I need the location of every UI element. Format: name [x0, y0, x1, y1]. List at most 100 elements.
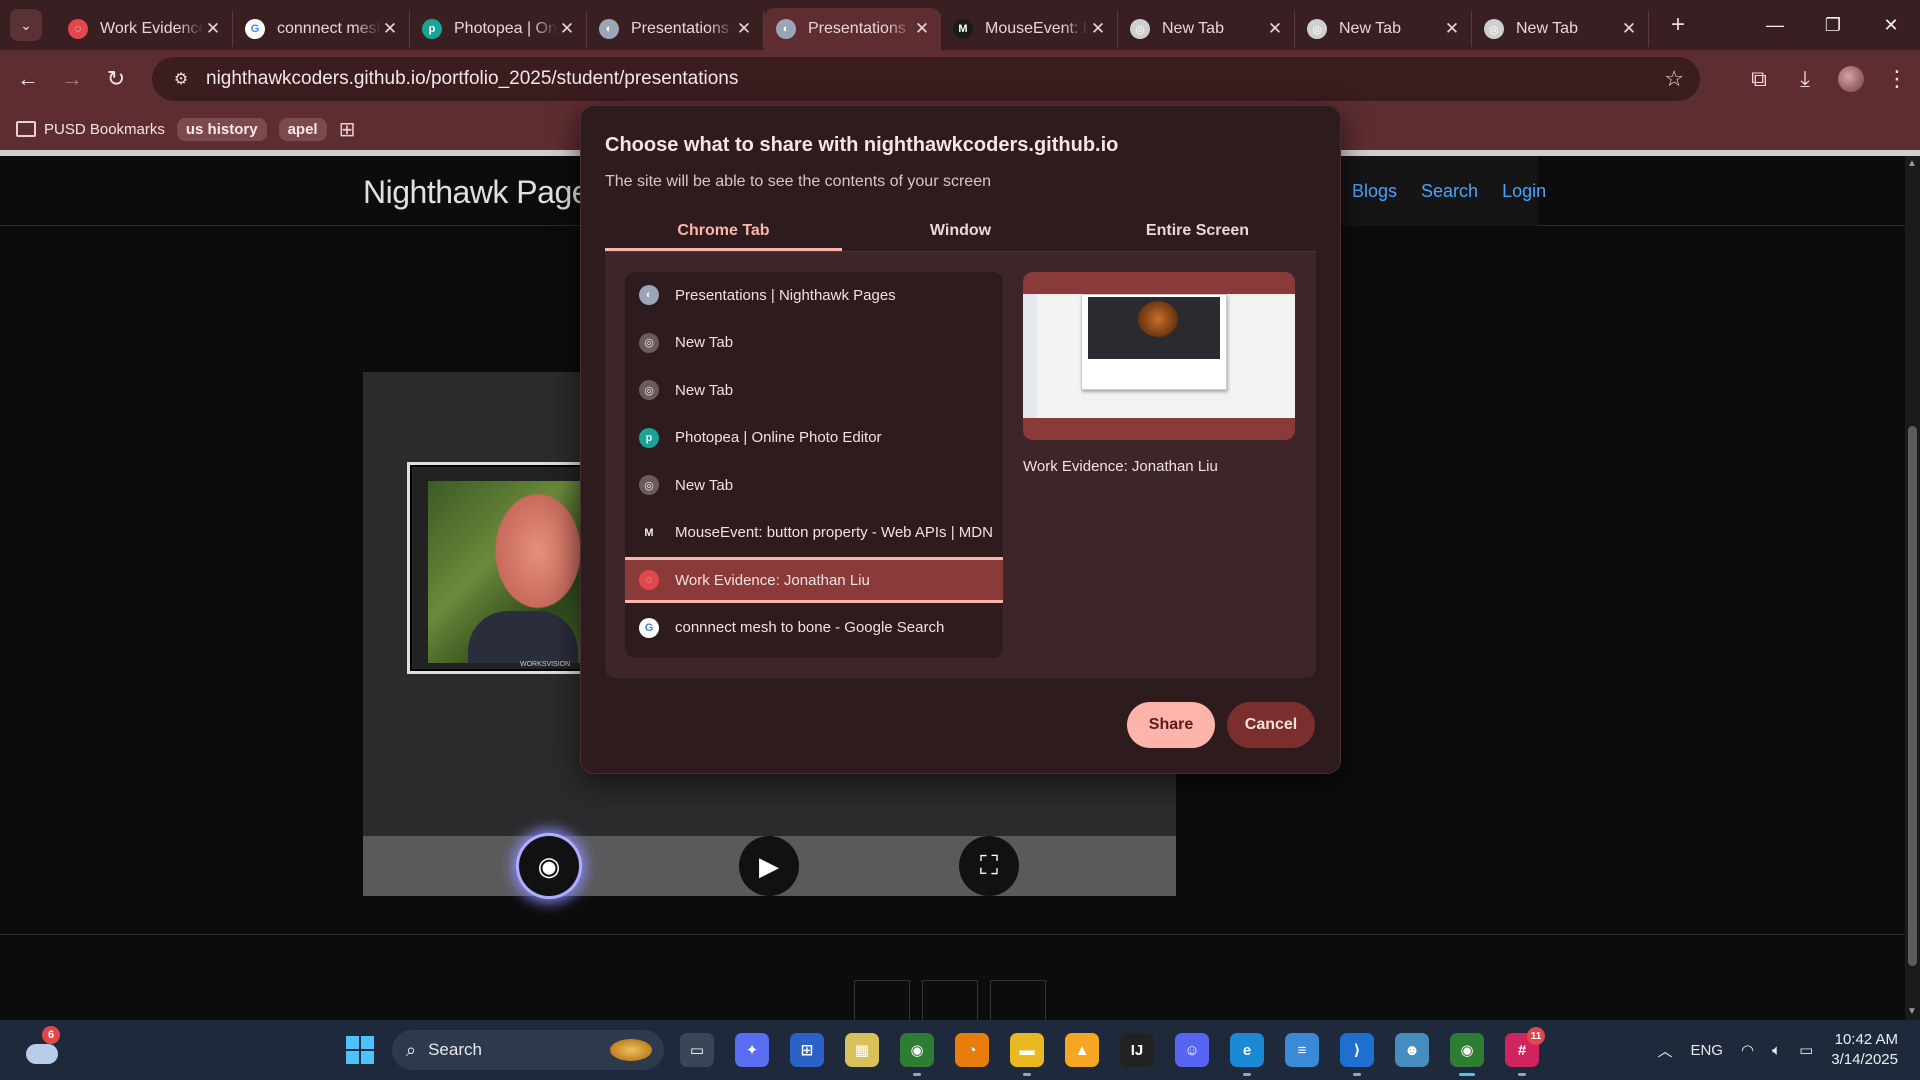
weather-widget[interactable]: 6 — [26, 1026, 60, 1066]
tab-title: MouseEvent: button property — [985, 20, 1089, 37]
browser-tab[interactable]: M MouseEvent: button property✕ — [941, 11, 1118, 47]
edge-icon[interactable]: e — [1230, 1033, 1264, 1076]
apps-grid-button[interactable]: ⊞ — [339, 117, 356, 142]
minimize-icon[interactable]: — — [1746, 0, 1804, 50]
store-icon[interactable]: ⊞ — [790, 1033, 824, 1067]
fullscreen-icon: ⛶ — [979, 850, 999, 880]
bookmark-folder-pusd[interactable]: PUSD Bookmarks — [16, 121, 165, 138]
share-panel: ◐ Presentations | Nighthawk Pages ◎ New Tab… — [605, 252, 1316, 678]
new-tab-button[interactable]: + — [1663, 11, 1693, 39]
shareable-tab-item[interactable]: M MouseEvent: button property - Web APIs … — [625, 510, 1003, 556]
scroll-thumb[interactable] — [1908, 426, 1917, 966]
share-button[interactable]: Share — [1127, 702, 1215, 748]
tab-title: connnect mesh to bone - Google Search — [277, 20, 381, 37]
tab-entire-screen[interactable]: Entire Screen — [1079, 212, 1316, 251]
close-tab-icon[interactable]: ✕ — [1620, 19, 1638, 39]
scroll-down-icon[interactable]: ▼ — [1907, 1006, 1917, 1017]
preview-caption: Work Evidence: Jonathan Liu — [1023, 458, 1218, 475]
shareable-tab-item[interactable]: ◌ Work Evidence: Jonathan Liu — [625, 557, 1003, 603]
search-icon: ⌕ — [406, 1039, 417, 1060]
browser-tab[interactable]: ◌ Work Evidence: Jonathan Liu✕ — [56, 11, 233, 47]
dialog-title: Choose what to share with nighthawkcoder… — [605, 134, 1119, 156]
broadcast-button[interactable]: ◉ — [519, 836, 579, 896]
shareable-tab-item[interactable]: p Photopea | Online Photo Editor — [625, 415, 1003, 461]
running-indicator — [1243, 1073, 1251, 1076]
shareable-tab-label: Work Evidence: Jonathan Liu — [675, 571, 870, 589]
bookmark-us-history[interactable]: us history — [176, 117, 267, 141]
calendar-app-icon[interactable]: ▦ — [845, 1033, 879, 1067]
vscode-icon[interactable]: ⟩ — [1340, 1033, 1374, 1076]
download-icon[interactable]: ⤓ — [1782, 66, 1828, 92]
volume-icon[interactable]: 🔈︎ — [1772, 1042, 1781, 1059]
page-scrollbar[interactable]: ▲ ▼ — [1905, 156, 1920, 1020]
close-window-icon[interactable]: ✕ — [1862, 0, 1920, 50]
close-tab-icon[interactable]: ✕ — [204, 19, 222, 39]
start-button[interactable] — [346, 1036, 374, 1064]
bookmark-apel[interactable]: apel — [278, 117, 327, 141]
site-info-icon[interactable]: ⚙ — [166, 64, 196, 94]
shareable-tab-item[interactable]: ◎ New Tab — [625, 320, 1003, 366]
extensions-icon[interactable]: ⧉ — [1736, 66, 1782, 92]
profile-avatar[interactable] — [1838, 66, 1864, 92]
chrome-profile-icon[interactable]: ◉ — [1450, 1033, 1484, 1076]
slack-icon[interactable]: #11 — [1505, 1027, 1545, 1076]
close-tab-icon[interactable]: ✕ — [1443, 19, 1461, 39]
blender-icon[interactable]: ◔ — [955, 1033, 989, 1067]
intellij-icon[interactable]: IJ — [1120, 1033, 1154, 1067]
cancel-button[interactable]: Cancel — [1227, 702, 1315, 748]
discord-icon[interactable]: ☺ — [1175, 1033, 1209, 1067]
shareable-tab-item[interactable]: ◎ New Tab — [625, 367, 1003, 413]
firebase-icon[interactable]: ▲ — [1065, 1033, 1099, 1067]
close-tab-icon[interactable]: ✕ — [913, 19, 931, 39]
tab-chrome-tab[interactable]: Chrome Tab — [605, 212, 842, 251]
browser-tab[interactable]: ◎ New Tab ✕ — [1118, 11, 1295, 47]
task-view-icon[interactable]: ▭ — [680, 1033, 714, 1067]
shareable-tab-item[interactable]: ◎ New Tab — [625, 462, 1003, 508]
tab-search-button[interactable]: ⌄ — [10, 9, 42, 41]
shareable-tab-label: Photopea | Online Photo Editor — [675, 429, 882, 446]
language-indicator[interactable]: ENG — [1690, 1042, 1723, 1059]
taskbar-search[interactable]: ⌕ Search — [392, 1030, 664, 1070]
bookmark-star-icon[interactable]: ☆ — [1664, 66, 1684, 92]
close-tab-icon[interactable]: ✕ — [1266, 19, 1284, 39]
nav-blogs[interactable]: Blogs — [1352, 181, 1397, 202]
tab-preview — [1023, 272, 1295, 440]
close-tab-icon[interactable]: ✕ — [735, 19, 753, 39]
close-tab-icon[interactable]: ✕ — [1089, 19, 1107, 39]
slide-caption: WORKSVISION — [520, 661, 571, 668]
nav-login[interactable]: Login — [1502, 181, 1546, 202]
battery-icon[interactable]: ▭ — [1799, 1041, 1813, 1059]
chevron-up-icon[interactable]: ︿ — [1657, 1040, 1672, 1061]
shareable-tab-item[interactable]: Gconnnect mesh to bone - Google Search — [625, 605, 1003, 651]
browser-tab[interactable]: ◐ Presentations | Nighthawk Pages✕ — [764, 8, 941, 50]
close-tab-icon[interactable]: ✕ — [558, 19, 576, 39]
forward-button[interactable]: → — [50, 57, 94, 101]
clock[interactable]: 10:42 AM 3/14/2025 — [1831, 1030, 1898, 1070]
notepad-icon[interactable]: ≡ — [1285, 1033, 1319, 1067]
url-text[interactable]: nighthawkcoders.github.io/portfolio_2025… — [206, 68, 738, 90]
wifi-icon[interactable]: ◠ — [1741, 1041, 1754, 1059]
play-button[interactable]: ▶ — [739, 836, 799, 896]
close-tab-icon[interactable]: ✕ — [381, 19, 399, 39]
godot-icon[interactable]: ☻ — [1395, 1033, 1429, 1067]
scroll-up-icon[interactable]: ▲ — [1907, 158, 1917, 169]
browser-tab[interactable]: ◎ New Tab ✕ — [1295, 11, 1472, 47]
reload-button[interactable]: ↻ — [94, 57, 138, 101]
restore-icon[interactable]: ❐ — [1804, 0, 1862, 50]
browser-tab[interactable]: ◎ New Tab ✕ — [1472, 11, 1649, 47]
address-bar[interactable]: ⚙ nighthawkcoders.github.io/portfolio_20… — [152, 57, 1700, 101]
tab-window[interactable]: Window — [842, 212, 1079, 251]
browser-tab[interactable]: p Photopea | Online Photo Editor✕ — [410, 11, 587, 47]
browser-tab[interactable]: Gconnnect mesh to bone - Google Search✕ — [233, 11, 410, 47]
nav-search[interactable]: Search — [1421, 181, 1478, 202]
shareable-tab-item[interactable]: ◐ Presentations | Nighthawk Pages — [625, 272, 1003, 318]
site-brand[interactable]: Nighthawk Pages — [363, 174, 605, 211]
chrome-icon[interactable]: ◉ — [900, 1033, 934, 1076]
copilot-icon[interactable]: ✦ — [735, 1033, 769, 1067]
fullscreen-button[interactable]: ⛶ — [959, 836, 1019, 896]
back-button[interactable]: ← — [6, 57, 50, 101]
mdn-icon: M — [639, 522, 659, 543]
file-explorer-icon[interactable]: ▬ — [1010, 1033, 1044, 1076]
browser-tab[interactable]: ◐ Presentations | Nighthawk Pages✕ — [587, 11, 764, 47]
more-menu-icon[interactable]: ⋮ — [1874, 66, 1920, 92]
